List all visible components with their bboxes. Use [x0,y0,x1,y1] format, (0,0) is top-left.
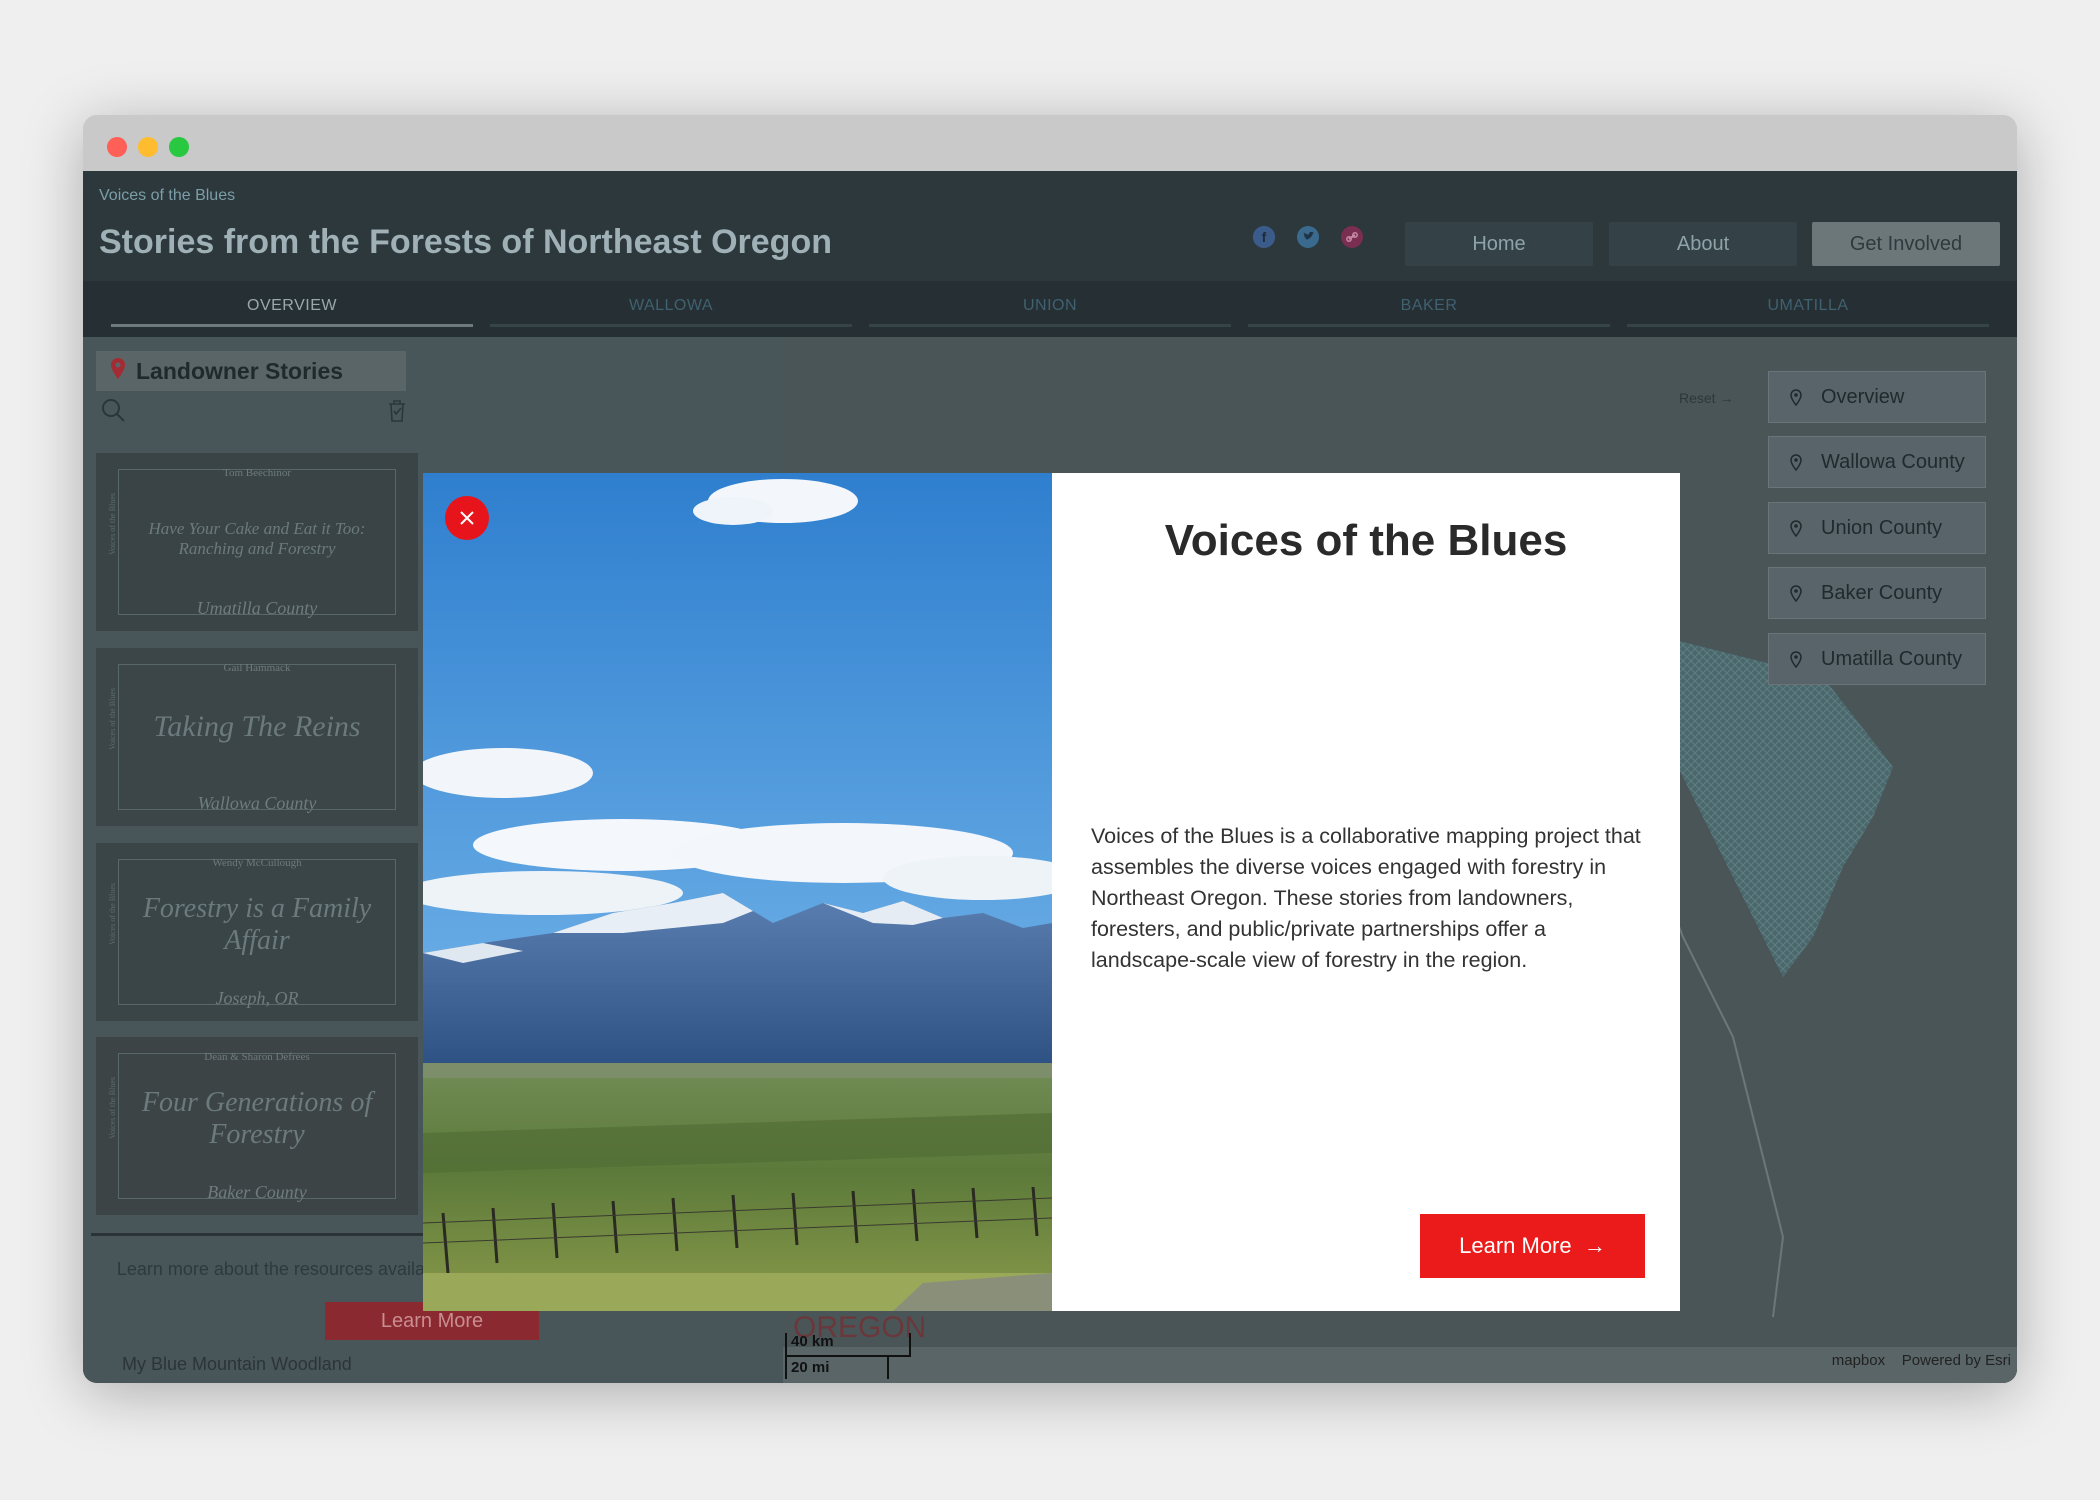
page-title: Stories from the Forests of Northeast Or… [99,223,832,261]
tab-underline [1248,324,1610,327]
landscape-image [423,473,1052,1311]
clear-filter-icon[interactable] [386,399,408,428]
map-pin-icon [110,357,126,390]
tab-label: WALLOWA [628,297,714,314]
map-pin-icon [1789,634,1803,703]
card-side-label: Voices of the Blues [108,883,117,945]
minimize-window-button[interactable] [138,137,158,157]
window-titlebar [83,115,2017,171]
modal-learn-more-button[interactable]: Learn More → [1420,1214,1645,1278]
link-icon[interactable] [1341,226,1363,248]
card-title: Four Generations of Forestry [141,1087,373,1150]
map-nav-wallowa-county[interactable]: Wallowa County [1768,436,1986,488]
tab-underline [1627,324,1989,327]
tab-underline [490,324,852,327]
card-place: Umatilla County [196,598,318,618]
tab-label: UNION [1022,297,1078,314]
intro-modal: Voices of the Blues Voices of the Blues … [423,473,1680,1311]
mapbox-logo[interactable]: mapbox [1832,1352,1885,1369]
card-place: Joseph, OR [215,988,299,1008]
county-tabs: OVERVIEW WALLOWA UNION BAKER UMATILLA [83,281,2017,337]
panel-header: Landowner Stories [96,351,406,391]
card-side-label: Voices of the Blues [108,688,117,750]
arrow-right-icon: → [1577,1233,1606,1258]
esri-attribution[interactable]: Powered by Esri [1902,1352,2011,1369]
card-title: Have Your Cake and Eat it Too: Ranching … [148,519,366,558]
map-nav-union-county[interactable]: Union County [1768,502,1986,554]
tab-umatilla[interactable]: UMATILLA [1627,297,1989,327]
tab-label: UMATILLA [1767,297,1849,314]
footer-link[interactable]: My Blue Mountain Woodland [122,1354,352,1375]
search-icon[interactable] [100,397,126,428]
card-place: Baker County [207,1182,307,1202]
close-modal-button[interactable] [445,496,489,540]
close-icon [458,503,476,530]
map-pin-icon [1789,372,1803,441]
header: Voices of the Blues Stories from the For… [83,171,2017,281]
nav-get-involved-button[interactable]: Get Involved [1812,222,2000,266]
map-attribution: mapbox Powered by Esri [1832,1352,2011,1369]
tab-label: OVERVIEW [247,297,337,314]
map-nav-label: Wallowa County [1821,451,1965,473]
tab-overview[interactable]: OVERVIEW [111,297,473,327]
site-subtitle: Voices of the Blues [99,187,236,204]
card-title: Taking The Reins [153,710,361,743]
modal-title: Voices of the Blues [1164,516,1568,565]
tab-wallowa[interactable]: WALLOWA [490,297,852,327]
close-window-button[interactable] [107,137,127,157]
map-nav-label: Umatilla County [1821,648,1963,670]
map-scale-bar: 40 km 20 mi [783,1333,913,1383]
twitter-icon[interactable] [1297,226,1319,248]
scale-mi-label: 20 mi [791,1359,830,1376]
story-card[interactable]: Gail Hammack Taking The Reins Wallowa Co… [96,648,418,826]
panel-title: Landowner Stories [136,358,344,384]
map-nav-label: Union County [1821,517,1943,539]
modal-description: Voices of the Blues is a collaborative m… [1091,824,1641,972]
card-side-label: Voices of the Blues [108,493,117,555]
arrow-right-icon: → [1719,390,1734,406]
nav-home-button[interactable]: Home [1405,222,1593,266]
reset-map-button[interactable]: Reset → [1679,390,1733,406]
map-nav-overview[interactable]: Overview [1768,371,1986,423]
app: Voices of the Blues Stories from the For… [83,171,2017,1383]
map-pin-icon [1789,568,1803,637]
map-nav-label: Baker County [1821,582,1943,604]
reset-label: Reset [1679,390,1716,406]
tab-underline [111,324,473,327]
maximize-window-button[interactable] [169,137,189,157]
tab-underline [869,324,1231,327]
panel-toolbar [96,393,676,429]
map-pin-icon [1789,437,1803,506]
map-pin-icon [1789,503,1803,572]
card-author: Tom Beechinor [223,467,291,479]
card-author: Gail Hammack [223,662,291,674]
tab-label: BAKER [1400,297,1458,314]
tab-union[interactable]: UNION [869,297,1231,327]
browser-window: Voices of the Blues Stories from the For… [83,115,2017,1383]
scale-km-label: 40 km [791,1333,834,1350]
tab-baker[interactable]: BAKER [1248,297,1610,327]
card-title: Forestry is a Family Affair [142,893,372,956]
learn-more-label: Learn More [1459,1233,1572,1258]
map-nav-label: Overview [1821,386,1905,408]
card-author: Dean & Sharon Defrees [204,1051,310,1063]
svg-text:f: f [1262,229,1267,245]
story-card[interactable]: Tom Beechinor Have Your Cake and Eat it … [96,453,418,631]
card-place: Wallowa County [197,793,317,813]
card-side-label: Voices of the Blues [108,1077,117,1139]
map-nav-umatilla-county[interactable]: Umatilla County [1768,633,1986,685]
story-card[interactable]: Dean & Sharon Defrees Four Generations o… [96,1037,418,1215]
card-author: Wendy McCullough [212,857,302,869]
nav-about-button[interactable]: About [1609,222,1797,266]
map-nav-baker-county[interactable]: Baker County [1768,567,1986,619]
story-card[interactable]: Wendy McCullough Forestry is a Family Af… [96,843,418,1021]
landscape-illustration [423,473,1052,1311]
facebook-icon[interactable]: f [1253,226,1275,248]
